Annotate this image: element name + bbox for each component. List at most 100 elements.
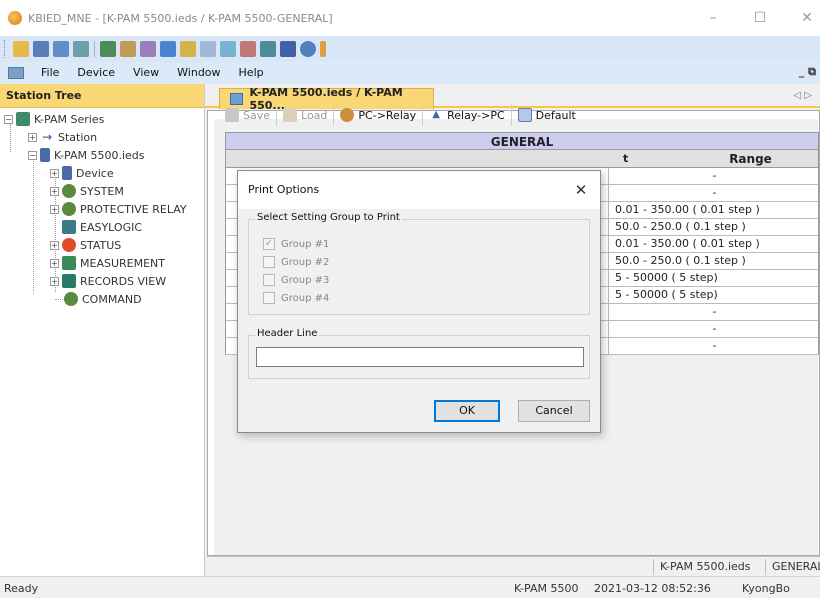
help-icon[interactable] [300, 41, 316, 57]
status-bar: Ready K-PAM 5500 2021-03-12 08:52:36 Kyo… [0, 576, 820, 598]
group3-checkbox[interactable]: Group #3 [263, 272, 329, 288]
group4-checkbox[interactable]: Group #4 [263, 290, 329, 306]
delete-x-icon[interactable] [280, 41, 296, 57]
open-device-icon[interactable] [53, 41, 69, 57]
pc-to-relay-icon [340, 108, 355, 122]
tree-node-command[interactable]: COMMAND [64, 291, 142, 307]
menu-view[interactable]: View [124, 62, 168, 84]
document-section-cell: GENERAL [765, 559, 820, 575]
gears-icon [62, 184, 76, 198]
default-grid-icon [517, 108, 532, 122]
ieds-file-icon [40, 148, 50, 162]
print-options-dialog: Print Options ✕ Select Setting Group to … [237, 170, 601, 433]
collapse-icon[interactable]: − [28, 150, 37, 160]
relay-pc-icon[interactable] [140, 41, 156, 57]
dialog-title: Print Options [238, 171, 600, 209]
tree-node-status[interactable]: + STATUS [50, 237, 121, 253]
chart-icon[interactable] [240, 41, 256, 57]
mdi-window-controls[interactable]: _ ⧉ [799, 65, 816, 79]
tree-node-system[interactable]: + SYSTEM [50, 183, 124, 199]
network-icon[interactable] [73, 41, 89, 57]
menu-bar: File Device View Window Help _ ⧉ [0, 62, 820, 84]
tree-node-station[interactable]: + → Station [28, 129, 97, 145]
expand-icon[interactable]: + [50, 168, 59, 178]
tree-node-easylogic[interactable]: EASYLOGIC [62, 219, 142, 235]
open-folder-icon[interactable] [13, 41, 29, 57]
toolbar [0, 36, 820, 62]
tab-scroll-arrows[interactable]: ◁ ▷ [793, 90, 812, 101]
save-icon [225, 108, 239, 122]
minimize-button[interactable]: – [698, 10, 728, 26]
tree-node-records-view[interactable]: + RECORDS VIEW [50, 273, 166, 289]
station-tree-panel: Station Tree − K-PAM Series + → Station … [0, 84, 205, 576]
group-selection-label: Select Setting Group to Print [255, 212, 402, 223]
settings-table-title: GENERAL [225, 132, 819, 150]
menu-window[interactable]: Window [168, 62, 229, 84]
toolbar-grip[interactable] [4, 40, 7, 58]
expand-icon[interactable]: + [50, 186, 59, 196]
tree-connector [10, 124, 11, 152]
cancel-button[interactable]: Cancel [518, 400, 590, 422]
waveform-icon[interactable] [220, 41, 236, 57]
tree-connector [33, 158, 34, 294]
tree-node-measurement[interactable]: + MEASUREMENT [50, 255, 165, 271]
pc-relay-icon[interactable] [120, 41, 136, 57]
default-settings-button[interactable]: Default [512, 104, 582, 126]
records-icon [62, 274, 76, 288]
status-device: K-PAM 5500 [514, 582, 579, 595]
dialog-close-button[interactable]: ✕ [570, 179, 592, 201]
load-settings-button[interactable]: Load [277, 104, 335, 126]
settings-action-bar: Save Load PC->Relay ▲ Relay->PC Default [219, 104, 582, 126]
status-ready-text: Ready [4, 582, 39, 595]
group1-checkbox[interactable]: ✓ Group #1 [263, 236, 329, 252]
window-icon[interactable] [200, 41, 216, 57]
document-file-cell: K-PAM 5500.ieds [653, 559, 757, 575]
expand-icon[interactable]: + [50, 276, 59, 286]
maximize-button[interactable]: ☐ [745, 10, 775, 26]
station-series-icon [16, 112, 30, 126]
list-icon[interactable] [180, 41, 196, 57]
menu-device[interactable]: Device [68, 62, 124, 84]
expand-icon[interactable]: + [50, 204, 59, 214]
mdi-document-icon[interactable] [8, 67, 24, 79]
save-icon[interactable] [33, 41, 49, 57]
header-line-label: Header Line [255, 328, 320, 339]
checkmark-icon: ✓ [263, 238, 275, 250]
close-button[interactable]: ✕ [792, 10, 820, 26]
title-bar: KBIED_MNE - [K-PAM 5500.ieds / K-PAM 550… [0, 0, 820, 36]
tree-node-protective-relay[interactable]: + PROTECTIVE RELAY [50, 201, 187, 217]
transfer-icon[interactable] [260, 41, 276, 57]
menu-help[interactable]: Help [230, 62, 273, 84]
tree-node-kpam5500-ieds[interactable]: − K-PAM 5500.ieds [28, 147, 145, 163]
expand-icon[interactable]: + [50, 240, 59, 250]
menu-file[interactable]: File [32, 62, 68, 84]
status-icon [62, 238, 76, 252]
settings-column-header: t Range [225, 150, 819, 168]
expand-icon[interactable]: + [50, 258, 59, 268]
app-icon [8, 11, 22, 25]
expand-icon[interactable]: + [28, 132, 37, 142]
tree-node-device[interactable]: + Device [50, 165, 114, 181]
ok-button[interactable]: OK [434, 400, 500, 422]
column-header-fragment: t [623, 152, 629, 165]
collapse-icon[interactable]: − [4, 114, 13, 124]
toolbar-overflow-icon[interactable] [320, 41, 326, 57]
range-column-header: Range [729, 152, 772, 166]
status-user: KyongBo [742, 582, 790, 595]
pc-to-relay-button[interactable]: PC->Relay [334, 104, 424, 126]
load-folder-icon [283, 108, 298, 122]
group2-checkbox[interactable]: Group #2 [263, 254, 329, 270]
tree-view-icon[interactable] [100, 41, 116, 57]
group-selection-box: Select Setting Group to Print ✓ Group #1… [248, 212, 590, 315]
device-icon [62, 166, 72, 180]
tree-node-kpam-series[interactable]: − K-PAM Series [4, 111, 104, 127]
save-settings-button[interactable]: Save [219, 104, 278, 126]
measurement-icon [62, 256, 76, 270]
status-datetime: 2021-03-12 08:52:36 [594, 582, 711, 595]
header-line-input[interactable] [256, 347, 584, 367]
relay-to-pc-icon: ▲ [432, 109, 440, 120]
relay-to-pc-button[interactable]: ▲ Relay->PC [423, 104, 512, 126]
gears-icon [64, 292, 78, 306]
monitor-icon[interactable] [160, 41, 176, 57]
logic-icon [62, 220, 76, 234]
